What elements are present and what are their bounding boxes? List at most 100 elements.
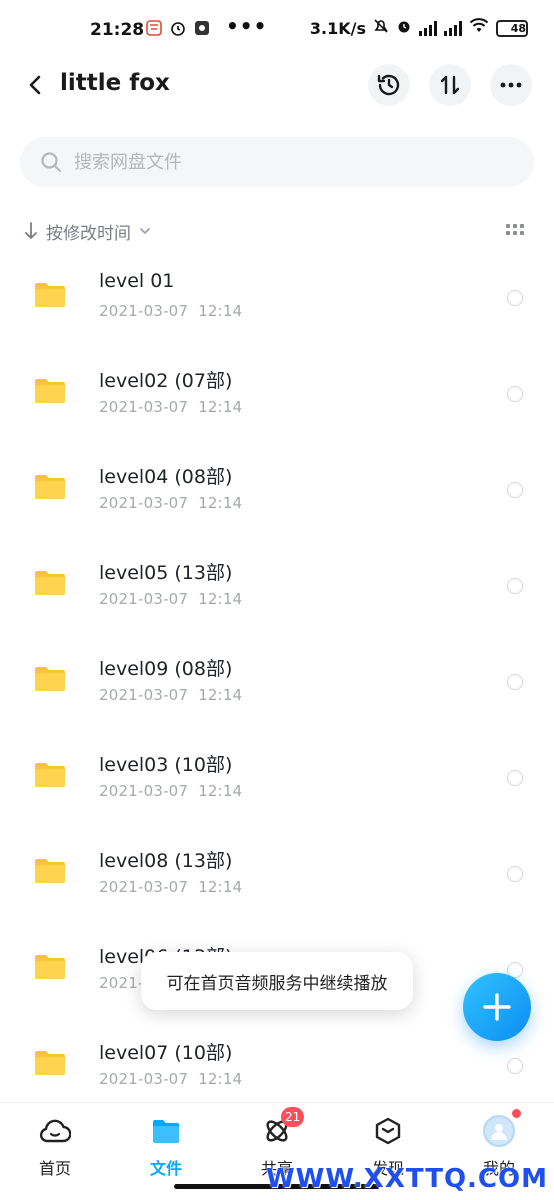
file-name: level 01 [99,270,175,292]
folder-icon [35,283,65,307]
file-date: 2021-03-07 [99,302,189,320]
file-row[interactable]: level09 (08部) 2021-03-07 12:14 [0,634,554,730]
file-modified: 2021-03-07 12:14 [99,590,242,608]
chevron-down-icon [140,228,150,235]
file-date: 2021-03-07 [99,494,189,512]
file-row[interactable]: level02 (07部) 2021-03-07 12:14 [0,346,554,442]
signal-1-icon [419,20,437,36]
file-row[interactable]: level04 (08部) 2021-03-07 12:14 [0,442,554,538]
mute-icon [373,18,389,38]
search-input[interactable] [74,151,474,173]
arrow-down-icon [25,222,37,239]
more-dots-icon [500,82,522,88]
file-date: 2021-03-07 [99,782,189,800]
status-time: 21:28 [90,20,145,40]
notification-dot [512,1109,521,1118]
back-button[interactable] [18,68,52,102]
transfer-icon [440,75,460,95]
chevron-left-icon [29,75,41,95]
folder-icon [35,859,65,883]
select-checkbox[interactable] [507,578,523,594]
avatar-icon [483,1109,521,1147]
history-button[interactable] [368,64,410,106]
select-checkbox[interactable] [507,1058,523,1074]
file-row[interactable]: level08 (13部) 2021-03-07 12:14 [0,826,554,922]
wifi-icon [469,18,489,38]
cube-icon [372,1115,404,1147]
file-time: 12:14 [198,302,243,320]
nav-home[interactable]: 首页 [10,1115,100,1185]
nav-files-label: 文件 [149,1159,182,1178]
file-date: 2021-03-07 [99,686,189,704]
select-checkbox[interactable] [507,866,523,882]
more-button[interactable] [490,64,532,106]
file-time: 12:14 [198,686,243,704]
toast-message: 可在首页音频服务中继续播放 [141,952,413,1010]
add-button[interactable] [463,973,531,1041]
file-name: level08 (13部) [99,850,233,872]
folder-icon [35,763,65,787]
grid-view-toggle[interactable] [506,224,524,238]
alarm-icon [170,20,186,36]
file-modified: 2021-03-07 12:14 [99,782,242,800]
folder-icon [35,955,65,979]
app-header: little fox [0,60,554,112]
folder-icon [35,1051,65,1075]
file-row[interactable]: level07 (10部) 2021-03-07 12:14 [0,1018,554,1114]
file-row[interactable]: level03 (10部) 2021-03-07 12:14 [0,730,554,826]
listen-app-icon [146,20,162,36]
share-badge: 21 [281,1107,305,1127]
search-bar[interactable] [20,137,534,187]
file-name: level09 (08部) [99,658,233,680]
file-date: 2021-03-07 [99,398,189,416]
file-modified: 2021-03-07 12:14 [99,878,242,896]
network-speed: 3.1K/s [309,18,366,38]
transfer-button[interactable] [429,64,471,106]
file-name: level07 (10部) [99,1042,233,1064]
file-modified: 2021-03-07 12:14 [99,686,242,704]
file-modified: 2021-03-07 12:14 [99,494,242,512]
plus-icon [483,993,511,1021]
file-name: level03 (10部) [99,754,233,776]
select-checkbox[interactable] [507,482,523,498]
file-time: 12:14 [198,1070,243,1088]
folder-icon [150,1115,182,1147]
status-left-icons [146,20,210,36]
file-modified: 2021-03-07 12:14 [99,398,242,416]
file-time: 12:14 [198,878,243,896]
status-more-dots: ••• [226,14,268,38]
status-right: 3.1K/s 48 [310,18,528,38]
select-checkbox[interactable] [507,770,523,786]
folder-icon [35,667,65,691]
file-time: 12:14 [198,590,243,608]
file-name: level04 (08部) [99,466,233,488]
share-icon: 21 [261,1107,305,1147]
select-checkbox[interactable] [507,290,523,306]
nav-home-label: 首页 [38,1159,71,1178]
folder-icon [35,571,65,595]
history-icon [377,74,400,96]
file-date: 2021-03-07 [99,878,189,896]
file-row[interactable]: level 01 2021-03-07 12:14 [0,250,554,346]
nav-files[interactable]: 文件 [121,1115,211,1185]
file-name: level05 (13部) [99,562,233,584]
sort-label: 按修改时间 [46,223,131,244]
file-name: level02 (07部) [99,370,233,392]
app-badge-icon [194,20,210,36]
select-checkbox[interactable] [507,674,523,690]
search-icon [41,152,62,173]
file-modified: 2021-03-07 12:14 [99,1070,242,1088]
select-checkbox[interactable] [507,386,523,402]
battery-level: 48 [510,21,526,35]
folder-icon [35,475,65,499]
file-time: 12:14 [198,398,243,416]
file-time: 12:14 [198,494,243,512]
sort-direction-toggle[interactable]: 按修改时间 [24,219,151,244]
sort-bar: 按修改时间 [24,216,530,246]
file-modified: 2021-03-07 12:14 [99,302,242,320]
watermark: WWW.XXTTQ.COM [266,1164,548,1194]
file-row[interactable]: level05 (13部) 2021-03-07 12:14 [0,538,554,634]
file-time: 12:14 [198,782,243,800]
signal-2-icon [444,20,462,36]
folder-icon [35,379,65,403]
